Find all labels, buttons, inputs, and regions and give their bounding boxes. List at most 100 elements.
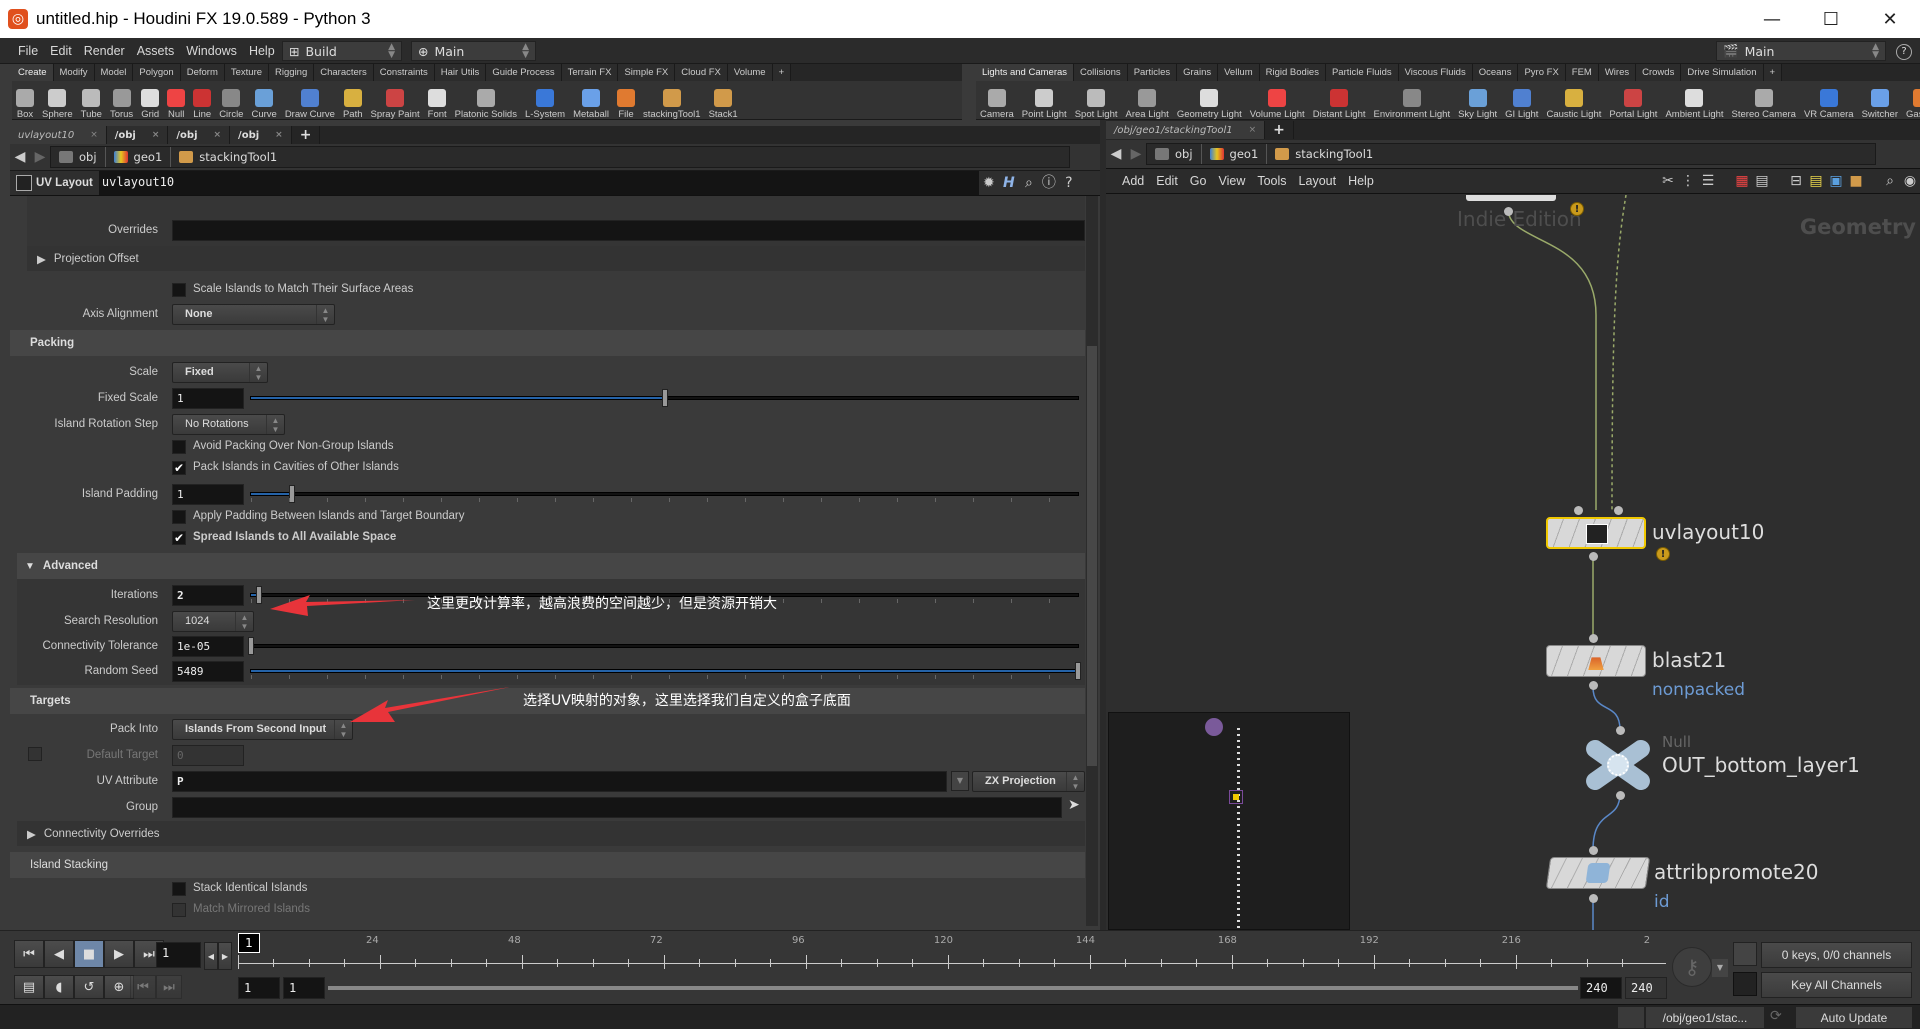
select-arrow-icon[interactable]: ➤ (1068, 797, 1080, 813)
realtime-toggle-icon[interactable]: ▤ (14, 975, 44, 999)
network-menu-add[interactable]: Add (1116, 174, 1150, 188)
rotation-step-menu[interactable]: No Rotations ▲ ▼ (172, 413, 285, 435)
left-tool-sphere[interactable]: Sphere (38, 81, 77, 120)
right-shelf-tab-collisions[interactable]: Collisions (1074, 64, 1128, 81)
node-name-field[interactable]: uvlayout10 (98, 171, 979, 195)
right-shelf-tab-oceans[interactable]: Oceans (1472, 64, 1519, 81)
left-shelf-tab-constraints[interactable]: Constraints (373, 64, 435, 81)
sticky-note-icon[interactable]: ▤ (1806, 171, 1826, 191)
node-attribpromote20[interactable] (1545, 857, 1651, 889)
network-menu-tools[interactable]: Tools (1251, 174, 1292, 188)
key-icon[interactable]: ⚷ (1672, 947, 1712, 987)
menu-render[interactable]: Render (78, 44, 131, 58)
left-tool-box[interactable]: Box (12, 81, 38, 120)
input-connector[interactable] (1589, 846, 1598, 855)
network-menu-go[interactable]: Go (1184, 174, 1213, 188)
pack-cavities-checkbox[interactable]: ✔ (172, 461, 186, 475)
scale-islands-checkbox[interactable] (172, 283, 186, 297)
right-tool-spot-light[interactable]: Spot Light (1071, 81, 1122, 120)
search-icon[interactable]: ⌕ (1019, 173, 1039, 193)
left-tool-path[interactable]: Path (339, 81, 367, 120)
right-shelf-tab-vellum[interactable]: Vellum (1218, 64, 1260, 81)
warning-icon[interactable]: ! (1570, 202, 1584, 216)
search-resolution-menu[interactable]: 1024 ▲ ▼ (172, 610, 254, 632)
right-tool-portal-light[interactable]: Portal Light (1605, 81, 1661, 120)
left-shelf-tab-simple-fx[interactable]: Simple FX (618, 64, 676, 81)
close-tab-icon[interactable]: × (214, 130, 222, 140)
crumb-obj[interactable]: obj (1147, 144, 1202, 164)
close-tab-icon[interactable]: × (1249, 125, 1257, 135)
right-shelf-tab-drive-simulation[interactable]: Drive Simulation (1681, 64, 1764, 81)
left-tool-stack1[interactable]: Stack1 (705, 81, 742, 120)
update-mode-menu[interactable]: Auto Update (1795, 1006, 1913, 1029)
right-shelf-add-tab-button[interactable]: + (1763, 64, 1783, 81)
right-tool-vr-camera[interactable]: VR Camera (1800, 81, 1858, 120)
fixed-scale-field[interactable]: 1 (172, 387, 244, 409)
right-shelf-tab-particles[interactable]: Particles (1127, 64, 1178, 81)
right-shelf-tab-grains[interactable]: Grains (1177, 64, 1219, 81)
loop-mode-icon[interactable]: ↺ (74, 975, 104, 999)
left-tool-tube[interactable]: Tube (77, 81, 106, 120)
node-warning-icon[interactable]: ! (1656, 547, 1670, 561)
play-reverse-button[interactable]: ◀ (44, 940, 74, 968)
forward-arrow-icon[interactable]: ▶ (1126, 144, 1146, 164)
left-shelf-tab-guide-process[interactable]: Guide Process (486, 64, 562, 81)
right-shelf-tab-particle-fluids[interactable]: Particle Fluids (1325, 64, 1399, 81)
left-shelf-tab-terrain-fx[interactable]: Terrain FX (561, 64, 619, 81)
right-tool-environment-light[interactable]: Environment Light (1370, 81, 1455, 120)
left-tool-grid[interactable]: Grid (137, 81, 163, 120)
input-connector-1[interactable] (1574, 506, 1583, 515)
frame-marker[interactable]: 1 (238, 933, 260, 953)
forward-arrow-icon[interactable]: ▶ (30, 147, 50, 167)
overrides-field[interactable] (172, 219, 1085, 241)
fixed-scale-slider[interactable] (250, 389, 1079, 407)
left-shelf-tab-create[interactable]: Create (12, 64, 54, 81)
output-connector[interactable] (1589, 552, 1598, 561)
uv-attribute-dropdown-icon[interactable]: ▼ (951, 771, 969, 791)
island-padding-field[interactable]: 1 (172, 483, 244, 505)
left-tool-circle[interactable]: Circle (215, 81, 247, 120)
right-tool-caustic-light[interactable]: Caustic Light (1542, 81, 1605, 120)
left-tool-curve[interactable]: Curve (247, 81, 280, 120)
upstream-node-partial[interactable] (1466, 195, 1556, 201)
left-shelf-tab-characters[interactable]: Characters (314, 64, 374, 81)
scale-menu[interactable]: Fixed ▲ ▼ (172, 361, 268, 383)
next-key-button[interactable]: ⏭ (156, 975, 182, 999)
left-shelf-tab-polygon[interactable]: Polygon (133, 64, 181, 81)
wrench-icon[interactable]: ✂ (1658, 171, 1678, 191)
advanced-section[interactable]: ▼ Advanced (17, 553, 1085, 579)
shape-palette-icon[interactable]: ▤ (1752, 171, 1772, 191)
right-shelf-tab-lights-and-cameras[interactable]: Lights and Cameras (976, 64, 1075, 81)
random-seed-field[interactable]: 5489 (172, 660, 244, 682)
right-tool-gas-ca[interactable]: Gas Ca (1902, 81, 1920, 120)
refresh-icon[interactable]: ⟳ (1770, 1008, 1782, 1024)
crumb-stackingtool1[interactable]: stackingTool1 (171, 147, 285, 167)
current-frame-field[interactable]: 1 (156, 942, 201, 968)
group-field[interactable] (172, 796, 1062, 818)
channel-list-icon[interactable] (1733, 942, 1757, 966)
left-tool-font[interactable]: Font (424, 81, 451, 120)
left-tool-metaball[interactable]: Metaball (569, 81, 613, 120)
left-tool-null[interactable]: Null (163, 81, 189, 120)
close-tab-icon[interactable]: × (275, 130, 283, 140)
desktop-selector[interactable]: ⊞ Build ▲ ▼ (282, 41, 402, 61)
close-button[interactable]: ✕ (1862, 0, 1918, 38)
projection-offset-folder[interactable]: ▶ Projection Offset (27, 246, 1085, 271)
right-tool-area-light[interactable]: Area Light (1122, 81, 1173, 120)
right-tool-distant-light[interactable]: Distant Light (1309, 81, 1370, 120)
prev-key-button[interactable]: ⏮ (130, 975, 156, 999)
playback-end-field[interactable]: 240 (1580, 977, 1622, 999)
list-icon[interactable]: ☰ (1698, 171, 1718, 191)
end-frame-field[interactable]: 240 (1625, 977, 1667, 999)
keys-status-button[interactable]: 0 keys, 0/0 channels (1761, 942, 1912, 968)
audio-icon[interactable]: ◖ (44, 975, 74, 999)
uv-attribute-field[interactable]: P (172, 770, 947, 792)
search-icon[interactable]: ⌕ (1880, 171, 1900, 191)
maximize-button[interactable]: ☐ (1803, 0, 1859, 38)
left-tool-line[interactable]: Line (189, 81, 215, 120)
gear-icon[interactable]: ✹ (979, 173, 999, 193)
axis-alignment-menu[interactable]: None ▲ ▼ (172, 303, 335, 325)
close-tab-icon[interactable]: × (152, 130, 160, 140)
right-tool-sky-light[interactable]: Sky Light (1454, 81, 1501, 120)
stack-identical-checkbox[interactable] (172, 882, 186, 896)
